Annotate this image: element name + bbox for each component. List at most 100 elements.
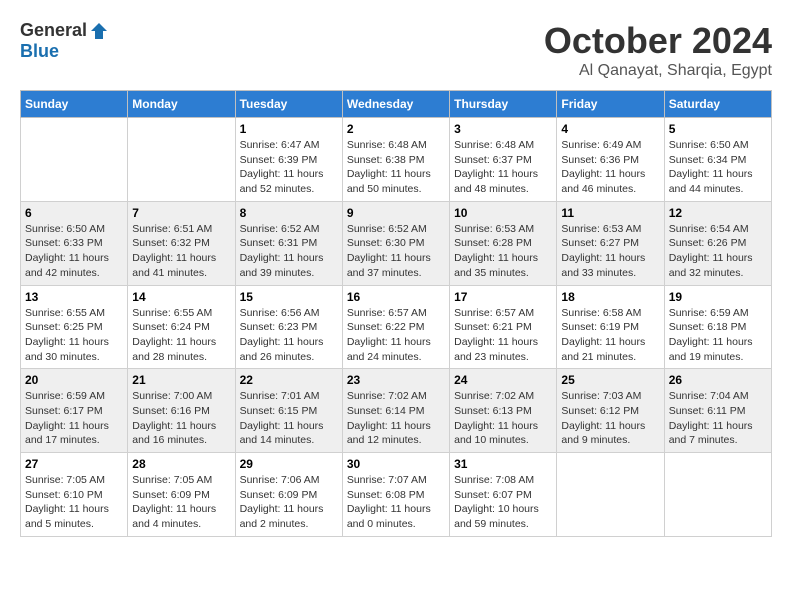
cell-content: Sunrise: 6:57 AMSunset: 6:22 PMDaylight:… — [347, 306, 445, 365]
day-number: 23 — [347, 373, 445, 387]
daylight: Daylight: 11 hours and 7 minutes. — [669, 420, 753, 447]
table-row: 7Sunrise: 6:51 AMSunset: 6:32 PMDaylight… — [128, 201, 235, 285]
cell-content: Sunrise: 6:54 AMSunset: 6:26 PMDaylight:… — [669, 222, 767, 281]
sunset: Sunset: 6:16 PM — [132, 405, 210, 417]
sunrise: Sunrise: 6:59 AM — [25, 390, 105, 402]
sunrise: Sunrise: 7:02 AM — [454, 390, 534, 402]
table-row: 21 Sunrise: 7:00 AMSunset: 6:16 PMDayligh… — [128, 369, 235, 453]
day-number: 9 — [347, 206, 445, 220]
table-row: 6Sunrise: 6:50 AMSunset: 6:33 PMDaylight… — [21, 201, 128, 285]
sunset: Sunset: 6:09 PM — [240, 489, 318, 501]
table-row: 19Sunrise: 6:59 AMSunset: 6:18 PMDayligh… — [664, 285, 771, 369]
day-number: 13 — [25, 290, 123, 304]
cell-content: Sunrise: 7:04 AMSunset: 6:11 PMDaylight:… — [669, 389, 767, 448]
sunrise: Sunrise: 7:07 AM — [347, 474, 427, 486]
sunset: Sunset: 6:24 PM — [132, 321, 210, 333]
day-number: 22 — [240, 373, 338, 387]
table-row: 1Sunrise: 6:47 AMSunset: 6:39 PMDaylight… — [235, 118, 342, 202]
daylight: Daylight: 11 hours and 10 minutes. — [454, 420, 538, 447]
day-number: 8 — [240, 206, 338, 220]
cell-content: Sunrise: 6:48 AMSunset: 6:38 PMDaylight:… — [347, 138, 445, 197]
calendar-table: Sunday Monday Tuesday Wednesday Thursday… — [20, 90, 772, 537]
daylight: Daylight: 11 hours and 44 minutes. — [669, 168, 753, 195]
calendar-week-row: 27 Sunrise: 7:05 AMSunset: 6:10 PMDayligh… — [21, 453, 772, 537]
cell-content: Sunrise: 7:02 AM Sunset: 6:13 PM Daylight:… — [454, 389, 552, 448]
daylight: Daylight: 11 hours and 24 minutes. — [347, 336, 431, 363]
daylight: Daylight: 11 hours and 2 minutes. — [240, 503, 324, 530]
table-row: 28 Sunrise: 7:05 AM Sunset: 6:09 PM Dayligh… — [128, 453, 235, 537]
daylight: Daylight: 11 hours and 0 minutes. — [347, 503, 431, 530]
daylight: Daylight: 11 hours and 37 minutes. — [347, 252, 431, 279]
sunrise: Sunrise: 6:59 AM — [669, 307, 749, 319]
daylight: Daylight: 11 hours and 12 minutes. — [347, 420, 431, 447]
sunrise: Sunrise: 6:58 AM — [561, 307, 641, 319]
page-header: General Blue October 2024 Al Qanayat, Sh… — [20, 20, 772, 80]
daylight: Daylight: 11 hours and 14 minutes. — [240, 420, 324, 447]
table-row — [21, 118, 128, 202]
cell-content: Sunrise: 7:05 AM Sunset: 6:09 PM Daylight:… — [132, 473, 230, 532]
table-row — [128, 118, 235, 202]
daylight: Daylight: 11 hours and 4 minutes. — [132, 503, 216, 530]
header-saturday: Saturday — [664, 91, 771, 118]
day-number: 3 — [454, 122, 552, 136]
cell-content: Sunrise: 6:55 AMSunset: 6:25 PMDaylight:… — [25, 306, 123, 365]
sunset: Sunset: 6:09 PM — [132, 489, 210, 501]
daylight: Daylight: 11 hours and 33 minutes. — [561, 252, 645, 279]
header-thursday: Thursday — [450, 91, 557, 118]
sunset: Sunset: 6:12 PM — [561, 405, 639, 417]
logo-general: General — [20, 20, 87, 41]
sunset: Sunset: 6:15 PM — [240, 405, 318, 417]
cell-content: Sunrise: 6:57 AMSunset: 6:21 PMDaylight:… — [454, 306, 552, 365]
cell-content: Sunrise: 6:59 AMSunset: 6:17 PMDaylight:… — [25, 389, 123, 448]
table-row: 18Sunrise: 6:58 AMSunset: 6:19 PMDayligh… — [557, 285, 664, 369]
table-row — [557, 453, 664, 537]
cell-content: Sunrise: 6:49 AMSunset: 6:36 PMDaylight:… — [561, 138, 659, 197]
cell-content: Sunrise: 7:00 AMSunset: 6:16 PMDaylight:… — [132, 389, 230, 448]
table-row: 10 Sunrise: 6:53 AMSunset: 6:28 PMDayligh… — [450, 201, 557, 285]
table-row: 20Sunrise: 6:59 AMSunset: 6:17 PMDayligh… — [21, 369, 128, 453]
daylight: Daylight: 11 hours and 41 minutes. — [132, 252, 216, 279]
cell-content: Sunrise: 6:50 AMSunset: 6:34 PMDaylight:… — [669, 138, 767, 197]
cell-content: Sunrise: 6:53 AMSunset: 6:28 PMDaylight:… — [454, 222, 552, 281]
sunset: Sunset: 6:37 PM — [454, 154, 532, 166]
header-friday: Friday — [557, 91, 664, 118]
sunset: Sunset: 6:14 PM — [347, 405, 425, 417]
sunset: Sunset: 6:28 PM — [454, 237, 532, 249]
cell-content: Sunrise: 7:03 AMSunset: 6:12 PMDaylight:… — [561, 389, 659, 448]
daylight: Daylight: 11 hours and 30 minutes. — [25, 336, 109, 363]
sunrise: Sunrise: 6:56 AM — [240, 307, 320, 319]
day-number: 4 — [561, 122, 659, 136]
sunrise: Sunrise: 6:48 AM — [347, 139, 427, 151]
logo-icon — [89, 21, 109, 41]
day-number: 27 — [25, 457, 123, 471]
day-number: 10 — [454, 206, 552, 220]
calendar-header-row: Sunday Monday Tuesday Wednesday Thursday… — [21, 91, 772, 118]
sunset: Sunset: 6:32 PM — [132, 237, 210, 249]
sunrise: Sunrise: 6:52 AM — [347, 223, 427, 235]
sunrise: Sunrise: 6:57 AM — [454, 307, 534, 319]
daylight: Daylight: 11 hours and 42 minutes. — [25, 252, 109, 279]
day-number: 24 — [454, 373, 552, 387]
sunrise: Sunrise: 7:08 AM — [454, 474, 534, 486]
sunrise: Sunrise: 7:05 AM — [132, 474, 212, 486]
sunrise: Sunrise: 6:57 AM — [347, 307, 427, 319]
table-row: 2Sunrise: 6:48 AMSunset: 6:38 PMDaylight… — [342, 118, 449, 202]
daylight: Daylight: 11 hours and 35 minutes. — [454, 252, 538, 279]
cell-content: Sunrise: 6:50 AMSunset: 6:33 PMDaylight:… — [25, 222, 123, 281]
cell-content: Sunrise: 7:05 AMSunset: 6:10 PMDaylight:… — [25, 473, 123, 532]
cell-content: Sunrise: 6:52 AMSunset: 6:30 PMDaylight:… — [347, 222, 445, 281]
sunrise: Sunrise: 6:49 AM — [561, 139, 641, 151]
sunset: Sunset: 6:13 PM — [454, 405, 532, 417]
day-number: 18 — [561, 290, 659, 304]
day-number: 28 — [132, 457, 230, 471]
day-number: 21 — [132, 373, 230, 387]
cell-content: Sunrise: 6:56 AMSunset: 6:23 PMDaylight:… — [240, 306, 338, 365]
location-title: Al Qanayat, Sharqia, Egypt — [544, 62, 772, 80]
sunset: Sunset: 6:38 PM — [347, 154, 425, 166]
daylight: Daylight: 11 hours and 39 minutes. — [240, 252, 324, 279]
daylight: Daylight: 11 hours and 16 minutes. — [132, 420, 216, 447]
daylight: Daylight: 11 hours and 28 minutes. — [132, 336, 216, 363]
sunrise: Sunrise: 6:54 AM — [669, 223, 749, 235]
header-tuesday: Tuesday — [235, 91, 342, 118]
sunrise: Sunrise: 6:53 AM — [561, 223, 641, 235]
